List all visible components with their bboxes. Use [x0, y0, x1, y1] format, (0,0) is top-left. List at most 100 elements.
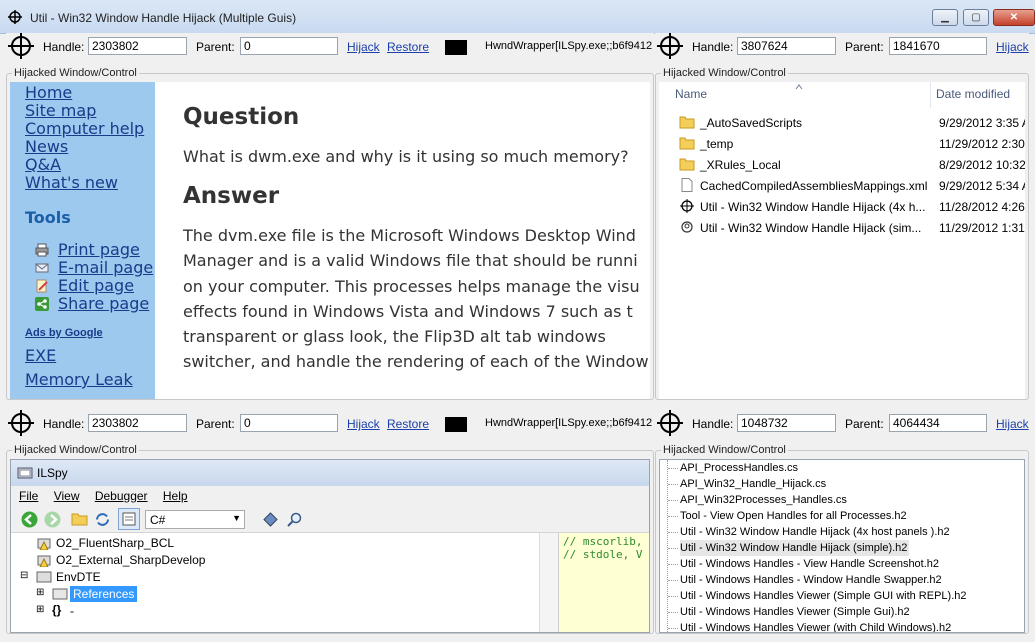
tool-edit-link[interactable]: Edit page [58, 277, 134, 295]
column-header-name[interactable]: Name [675, 87, 707, 101]
crosshair-icon [8, 10, 22, 24]
hijack-link[interactable]: Hijack [996, 40, 1029, 54]
column-header-date[interactable]: Date modified [936, 87, 1010, 101]
expand-icon[interactable]: ⊞ [36, 587, 44, 598]
tree-item[interactable]: Util - Windows Handles Viewer (with Chil… [680, 620, 951, 632]
tree-item[interactable]: API_ProcessHandles.cs [680, 460, 798, 476]
crosshair-icon [680, 199, 694, 213]
nav-link-whats-new[interactable]: What's new [25, 174, 155, 192]
menu-file[interactable]: File [19, 489, 38, 503]
file-date: 11/29/2012 1:31 A [939, 221, 1025, 235]
web-content: Question What is dwm.exe and why is it u… [175, 82, 650, 399]
file-date: 9/29/2012 3:35 AM [939, 116, 1025, 130]
color-swatch [445, 417, 467, 432]
parent-input[interactable] [889, 37, 987, 55]
splitter-scrollbar[interactable] [539, 533, 558, 632]
tree-item[interactable]: Util - Windows Handles - View Handle Scr… [680, 556, 939, 572]
crosshair-drag-icon[interactable] [8, 410, 34, 436]
minimize-button[interactable]: ▁ [932, 9, 958, 26]
crosshair-drag-icon[interactable] [657, 33, 683, 59]
list-item[interactable]: Util - Win32 Window Handle Hijack (sim..… [675, 217, 1025, 238]
nav-link-home[interactable]: Home [25, 84, 155, 102]
file-date: 8/29/2012 10:32 A [939, 158, 1025, 172]
handle-label: Handle: [43, 417, 85, 431]
tree-node-label: - [70, 604, 74, 618]
list-item[interactable]: _AutoSavedScripts 9/29/2012 3:35 AM [675, 112, 1025, 133]
collapse-icon[interactable]: ⊟ [20, 570, 28, 581]
list-item[interactable]: _XRules_Local 8/29/2012 10:32 A [675, 154, 1025, 175]
restore-link[interactable]: Restore [387, 40, 429, 54]
code-line: // stdole, V [563, 548, 643, 561]
printer-icon [35, 243, 49, 257]
tree-guide-line [668, 484, 678, 485]
handle-input[interactable] [737, 414, 836, 432]
crosshair-drag-icon[interactable] [657, 410, 683, 436]
tree-guide-line [668, 564, 678, 565]
tree-item[interactable]: Util - Windows Handles - Window Handle S… [680, 572, 942, 588]
expand-icon[interactable]: ⊞ [36, 604, 44, 615]
assembly-icon [122, 512, 136, 526]
tree-item[interactable]: API_Win32Processes_Handles.cs [680, 492, 847, 508]
parent-input[interactable] [240, 414, 338, 432]
close-button[interactable]: ✕ [993, 9, 1035, 26]
ilspy-titlebar: ILSpy [11, 460, 649, 486]
tool-share[interactable]: Share page [35, 295, 155, 313]
list-item[interactable]: CachedCompiledAssembliesMappings.xml 9/2… [675, 175, 1025, 196]
tree-node-label: References [70, 586, 138, 602]
file-date: 11/29/2012 2:30 A [939, 137, 1025, 151]
crosshair-drag-icon[interactable] [8, 33, 34, 59]
tree-item[interactable]: Util - Win32 Window Handle Hijack (4x ho… [680, 524, 950, 540]
ilspy-title: ILSpy [37, 466, 68, 480]
parent-input[interactable] [240, 37, 338, 55]
nav-link-sitemap[interactable]: Site map [25, 102, 155, 120]
list-item[interactable]: Util - Win32 Window Handle Hijack (4x h.… [675, 196, 1025, 217]
maximize-button[interactable]: ▢ [963, 9, 989, 26]
refresh-icon[interactable] [94, 511, 111, 528]
menu-help[interactable]: Help [163, 489, 188, 503]
forward-icon[interactable] [44, 511, 61, 528]
tree-item[interactable]: Util - Windows Handles Viewer (Simple Gu… [680, 604, 910, 620]
answer-line: transparent or glass look, the Flip3D al… [183, 327, 606, 347]
language-select[interactable]: C# ▼ [145, 510, 245, 529]
handle-input[interactable] [88, 414, 187, 432]
tool-email-link[interactable]: E-mail page [58, 259, 153, 277]
tree-item[interactable]: Tool - View Open Handles for all Process… [680, 508, 907, 524]
tool-print-link[interactable]: Print page [58, 241, 140, 259]
tree-item[interactable]: Util - Windows Handles Viewer (Simple GU… [680, 588, 967, 604]
toggle-button[interactable] [118, 508, 140, 530]
column-separator[interactable] [930, 82, 931, 108]
handle-input[interactable] [737, 37, 836, 55]
ad-link-exe[interactable]: EXE [25, 347, 155, 365]
folder-icon [679, 158, 695, 171]
hijack-link[interactable]: Hijack [347, 417, 380, 431]
restore-link[interactable]: Restore [387, 417, 429, 431]
list-item[interactable]: _temp 11/29/2012 2:30 A [675, 133, 1025, 154]
search-icon[interactable] [286, 511, 303, 528]
menu-debugger[interactable]: Debugger [95, 489, 148, 503]
hijack-link[interactable]: Hijack [347, 40, 380, 54]
ad-link-memory-leak[interactable]: Memory Leak [25, 371, 155, 389]
tool-edit[interactable]: Edit page [35, 277, 155, 295]
tree-item-selected[interactable]: Util - Win32 Window Handle Hijack (simpl… [680, 540, 910, 556]
hijack-link[interactable]: Hijack [996, 417, 1029, 431]
tree-item[interactable]: API_Win32_Handle_Hijack.cs [680, 476, 826, 492]
open-folder-icon[interactable] [71, 511, 88, 527]
handle-input[interactable] [88, 37, 187, 55]
handle-bar: Handle: Parent: Hijack [655, 33, 1029, 59]
file-name: CachedCompiledAssembliesMappings.xml [700, 179, 928, 193]
back-icon[interactable] [21, 511, 38, 528]
menu-view[interactable]: View [54, 489, 80, 503]
tool-email[interactable]: E-mail page [35, 259, 155, 277]
tool-share-link[interactable]: Share page [58, 295, 149, 313]
parent-input[interactable] [889, 414, 987, 432]
question-text: What is dwm.exe and why is it using so m… [183, 147, 629, 166]
nav-link-computer-help[interactable]: Computer help [25, 120, 155, 138]
answer-line: effects found in Windows Vista and Windo… [183, 301, 633, 321]
diamond-icon[interactable] [262, 511, 279, 528]
file-name: _AutoSavedScripts [700, 116, 803, 130]
hijacked-groupbox: Hijacked Window/Control API_ProcessHandl… [655, 444, 1029, 634]
ads-label[interactable]: Ads by Google [25, 327, 155, 339]
nav-link-news[interactable]: News [25, 138, 155, 156]
tool-print[interactable]: Print page [35, 241, 155, 259]
nav-link-qa[interactable]: Q&A [25, 156, 155, 174]
